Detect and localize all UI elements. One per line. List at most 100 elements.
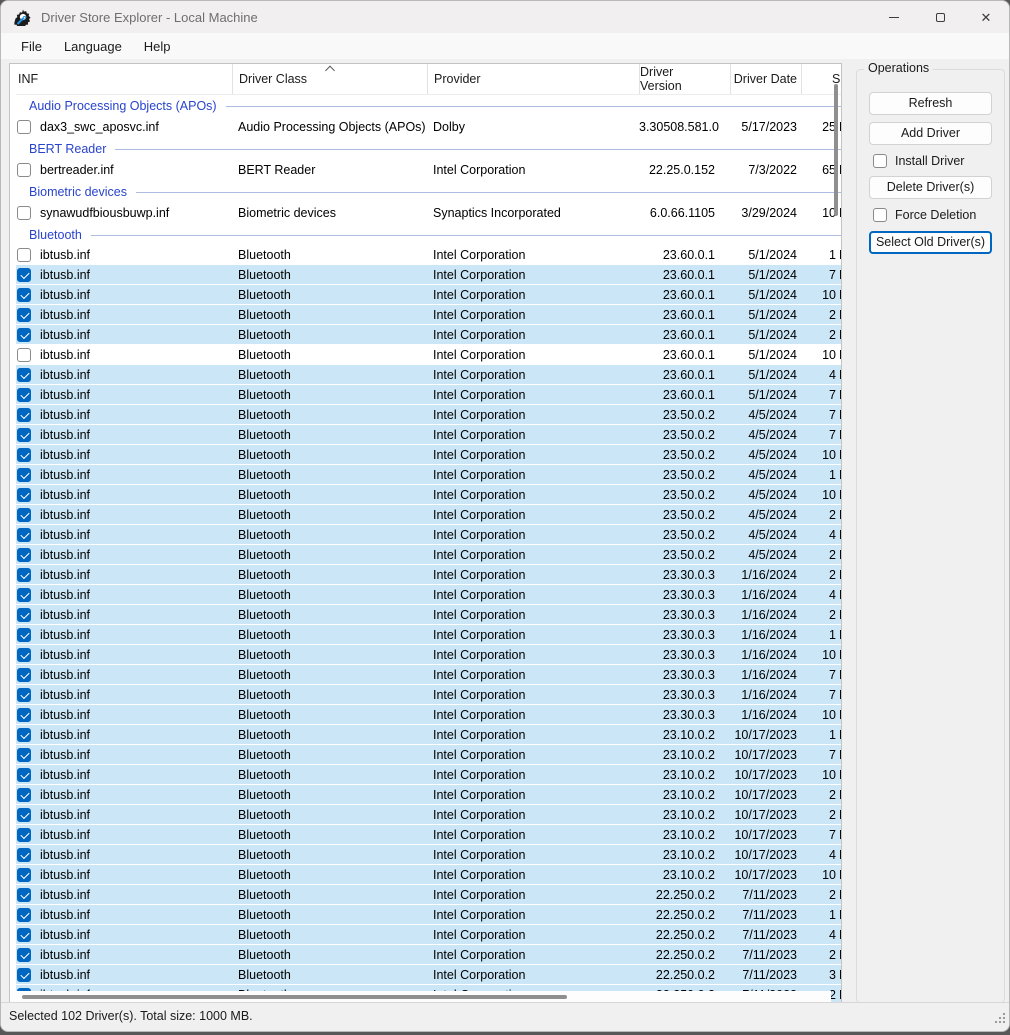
row-checkbox[interactable] — [17, 568, 31, 582]
driver-row[interactable]: ibtusb.infBluetoothIntel Corporation23.6… — [16, 265, 842, 285]
driver-row[interactable]: ibtusb.infBluetoothIntel Corporation23.3… — [16, 585, 842, 605]
horizontal-scrollbar-thumb[interactable] — [22, 995, 567, 999]
vertical-scrollbar[interactable] — [831, 64, 841, 1002]
row-checkbox[interactable] — [17, 528, 31, 542]
driver-row[interactable]: ibtusb.infBluetoothIntel Corporation23.6… — [16, 285, 842, 305]
row-checkbox[interactable] — [17, 268, 31, 282]
row-checkbox[interactable] — [17, 308, 31, 322]
select-old-drivers-button[interactable]: Select Old Driver(s) — [869, 231, 992, 254]
driver-row[interactable]: ibtusb.infBluetoothIntel Corporation23.6… — [16, 385, 842, 405]
row-checkbox[interactable] — [17, 248, 31, 262]
row-checkbox[interactable] — [17, 120, 31, 134]
row-checkbox[interactable] — [17, 508, 31, 522]
row-checkbox[interactable] — [17, 468, 31, 482]
row-checkbox[interactable] — [17, 348, 31, 362]
horizontal-scrollbar[interactable] — [10, 991, 831, 1002]
driver-row[interactable]: ibtusb.infBluetoothIntel Corporation23.1… — [16, 745, 842, 765]
row-checkbox[interactable] — [17, 588, 31, 602]
row-checkbox[interactable] — [17, 868, 31, 882]
driver-row[interactable]: dax3_swc_aposvc.infAudio Processing Obje… — [16, 116, 842, 138]
driver-row[interactable]: ibtusb.infBluetoothIntel Corporation23.1… — [16, 725, 842, 745]
driver-row[interactable]: ibtusb.infBluetoothIntel Corporation23.5… — [16, 505, 842, 525]
column-header-driver-date[interactable]: Driver Date — [730, 64, 801, 94]
driver-row[interactable]: ibtusb.infBluetoothIntel Corporation23.6… — [16, 245, 842, 265]
menu-language[interactable]: Language — [53, 35, 133, 58]
row-checkbox[interactable] — [17, 428, 31, 442]
menu-help[interactable]: Help — [133, 35, 182, 58]
row-checkbox[interactable] — [17, 608, 31, 622]
driver-row[interactable]: ibtusb.infBluetoothIntel Corporation23.3… — [16, 665, 842, 685]
row-checkbox[interactable] — [17, 728, 31, 742]
driver-row[interactable]: ibtusb.infBluetoothIntel Corporation22.2… — [16, 885, 842, 905]
add-driver-button[interactable]: Add Driver — [869, 122, 992, 145]
row-checkbox[interactable] — [17, 768, 31, 782]
row-checkbox[interactable] — [17, 948, 31, 962]
driver-row[interactable]: ibtusb.infBluetoothIntel Corporation23.1… — [16, 845, 842, 865]
install-driver-checkbox[interactable] — [873, 154, 887, 168]
row-checkbox[interactable] — [17, 848, 31, 862]
driver-row[interactable]: ibtusb.infBluetoothIntel Corporation22.2… — [16, 945, 842, 965]
row-checkbox[interactable] — [17, 648, 31, 662]
force-deletion-checkbox[interactable] — [873, 208, 887, 222]
row-checkbox[interactable] — [17, 448, 31, 462]
delete-drivers-button[interactable]: Delete Driver(s) — [869, 176, 992, 199]
refresh-button[interactable]: Refresh — [869, 92, 992, 115]
driver-row[interactable]: ibtusb.infBluetoothIntel Corporation22.2… — [16, 925, 842, 945]
row-checkbox[interactable] — [17, 628, 31, 642]
driver-row[interactable]: ibtusb.infBluetoothIntel Corporation23.6… — [16, 365, 842, 385]
menu-file[interactable]: File — [10, 35, 53, 58]
row-checkbox[interactable] — [17, 708, 31, 722]
driver-row[interactable]: bertreader.infBERT ReaderIntel Corporati… — [16, 159, 842, 181]
driver-row[interactable]: ibtusb.infBluetoothIntel Corporation23.3… — [16, 705, 842, 725]
row-checkbox[interactable] — [17, 908, 31, 922]
driver-row[interactable]: ibtusb.infBluetoothIntel Corporation23.3… — [16, 565, 842, 585]
driver-row[interactable]: ibtusb.infBluetoothIntel Corporation23.1… — [16, 825, 842, 845]
row-checkbox[interactable] — [17, 688, 31, 702]
row-checkbox[interactable] — [17, 408, 31, 422]
minimize-button[interactable] — [871, 1, 917, 33]
driver-row[interactable]: ibtusb.infBluetoothIntel Corporation23.1… — [16, 785, 842, 805]
row-checkbox[interactable] — [17, 788, 31, 802]
driver-row[interactable]: synawudfbiousbuwp.infBiometric devicesSy… — [16, 202, 842, 224]
driver-row[interactable]: ibtusb.infBluetoothIntel Corporation23.1… — [16, 805, 842, 825]
maximize-button[interactable] — [917, 1, 963, 33]
driver-row[interactable]: ibtusb.infBluetoothIntel Corporation23.5… — [16, 465, 842, 485]
driver-row[interactable]: ibtusb.infBluetoothIntel Corporation23.5… — [16, 545, 842, 565]
row-checkbox[interactable] — [17, 888, 31, 902]
row-checkbox[interactable] — [17, 808, 31, 822]
driver-row[interactable]: ibtusb.infBluetoothIntel Corporation23.5… — [16, 425, 842, 445]
row-checkbox[interactable] — [17, 163, 31, 177]
driver-row[interactable]: ibtusb.infBluetoothIntel Corporation23.5… — [16, 405, 842, 425]
row-checkbox[interactable] — [17, 288, 31, 302]
driver-row[interactable]: ibtusb.infBluetoothIntel Corporation23.1… — [16, 865, 842, 885]
driver-row[interactable]: ibtusb.infBluetoothIntel Corporation23.3… — [16, 605, 842, 625]
driver-row[interactable]: ibtusb.infBluetoothIntel Corporation23.3… — [16, 625, 842, 645]
resize-grip-icon[interactable] — [993, 1013, 1005, 1025]
driver-row[interactable]: ibtusb.infBluetoothIntel Corporation23.6… — [16, 325, 842, 345]
row-checkbox[interactable] — [17, 328, 31, 342]
driver-row[interactable]: ibtusb.infBluetoothIntel Corporation22.2… — [16, 905, 842, 925]
row-checkbox[interactable] — [17, 368, 31, 382]
driver-row[interactable]: ibtusb.infBluetoothIntel Corporation23.5… — [16, 445, 842, 465]
row-checkbox[interactable] — [17, 488, 31, 502]
row-checkbox[interactable] — [17, 828, 31, 842]
row-checkbox[interactable] — [17, 548, 31, 562]
row-checkbox[interactable] — [17, 928, 31, 942]
column-header-driver-class[interactable]: Driver Class — [232, 64, 427, 94]
column-header-provider[interactable]: Provider — [427, 64, 639, 94]
driver-row[interactable]: ibtusb.infBluetoothIntel Corporation23.3… — [16, 685, 842, 705]
row-checkbox[interactable] — [17, 748, 31, 762]
row-checkbox[interactable] — [17, 206, 31, 220]
driver-row[interactable]: ibtusb.infBluetoothIntel Corporation22.2… — [16, 965, 842, 985]
column-header-driver-version[interactable]: Driver Version — [639, 64, 730, 94]
row-checkbox[interactable] — [17, 388, 31, 402]
close-button[interactable]: ✕ — [963, 1, 1009, 33]
driver-row[interactable]: ibtusb.infBluetoothIntel Corporation23.5… — [16, 525, 842, 545]
driver-row[interactable]: ibtusb.infBluetoothIntel Corporation23.1… — [16, 765, 842, 785]
column-header-inf[interactable]: INF — [16, 64, 232, 94]
driver-row[interactable]: ibtusb.infBluetoothIntel Corporation23.6… — [16, 345, 842, 365]
row-checkbox[interactable] — [17, 668, 31, 682]
driver-row[interactable]: ibtusb.infBluetoothIntel Corporation23.5… — [16, 485, 842, 505]
row-checkbox[interactable] — [17, 968, 31, 982]
driver-row[interactable]: ibtusb.infBluetoothIntel Corporation23.3… — [16, 645, 842, 665]
